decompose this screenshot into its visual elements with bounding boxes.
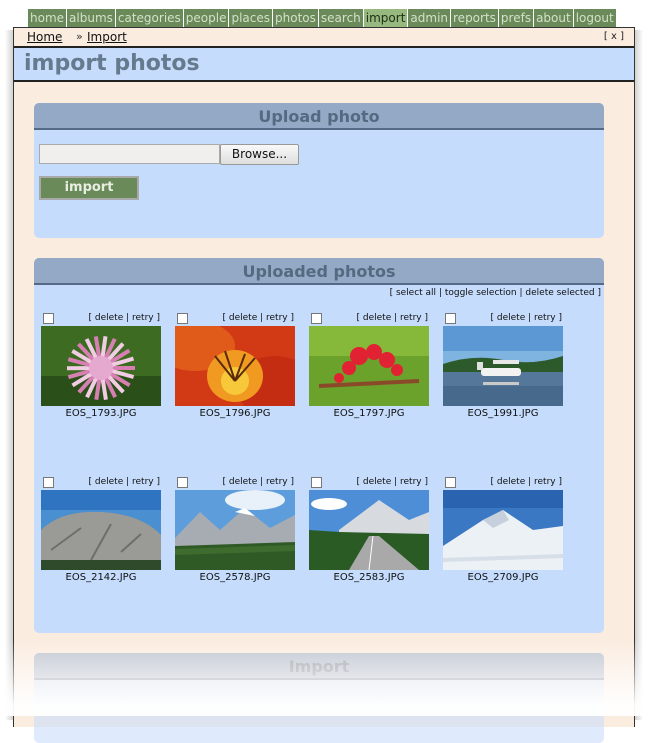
photo-filename: EOS_1797.JPG (333, 408, 405, 419)
photo-thumbnail-card: [ delete | retry ] EOS_2709.JPG (442, 477, 566, 587)
window-shadow-right (635, 30, 643, 720)
photo-retry-link[interactable]: retry (534, 313, 556, 323)
photo-thumbnail-card: [ delete | retry ] EOS_2578.JPG (174, 477, 298, 587)
photo-delete-link[interactable]: delete (229, 477, 257, 487)
photo-select-checkbox[interactable] (445, 477, 456, 488)
uploaded-photos-header: Uploaded photos (34, 258, 604, 285)
import-button[interactable]: import (39, 176, 139, 200)
photo-actions: [ delete | retry ] (222, 313, 294, 323)
window-shadow-left (5, 30, 13, 720)
top-menu: home albums categories people places photos se… (28, 9, 617, 28)
delete-selected-link[interactable]: delete selected (525, 288, 594, 298)
photo-delete-link[interactable]: delete (95, 477, 123, 487)
browse-button[interactable]: Browse... (220, 144, 299, 165)
file-path-input[interactable] (39, 144, 220, 164)
close-button[interactable]: [ x ] (604, 31, 624, 42)
menu-item-about[interactable]: about (534, 9, 573, 27)
upload-photo-header: Upload photo (34, 103, 604, 130)
photo-actions: [ delete | retry ] (356, 313, 428, 323)
menu-item-people[interactable]: people (183, 9, 229, 27)
import-panel: Import (34, 653, 604, 743)
photo-retry-link[interactable]: retry (534, 477, 556, 487)
import-panel-header: Import (34, 653, 604, 680)
photo-thumbnail-image[interactable] (309, 490, 429, 570)
photo-select-checkbox[interactable] (311, 313, 322, 324)
photo-filename: EOS_2578.JPG (199, 572, 271, 583)
photo-thumbnail-card: [ delete | retry ] EOS_2583.JPG (308, 477, 432, 587)
menu-item-admin[interactable]: admin (408, 9, 451, 27)
menu-item-search[interactable]: search (318, 9, 363, 27)
photo-filename: EOS_2142.JPG (65, 572, 137, 583)
photo-thumbnail-image[interactable] (175, 490, 295, 570)
photo-select-checkbox[interactable] (43, 313, 54, 324)
photo-filename: EOS_1793.JPG (65, 408, 137, 419)
menu-item-categories[interactable]: categories (115, 9, 183, 27)
select-all-link[interactable]: select all (396, 288, 436, 298)
photo-retry-link[interactable]: retry (266, 313, 288, 323)
photo-select-checkbox[interactable] (445, 313, 456, 324)
photo-retry-link[interactable]: retry (132, 477, 154, 487)
photo-actions: [ delete | retry ] (88, 477, 160, 487)
photo-select-checkbox[interactable] (177, 313, 188, 324)
menu-item-logout[interactable]: logout (573, 9, 616, 27)
photo-delete-link[interactable]: delete (95, 313, 123, 323)
photo-thumbnail-card: [ delete | retry ] EOS_1793.JPG (40, 313, 164, 423)
photo-retry-link[interactable]: retry (400, 477, 422, 487)
photo-filename: EOS_2709.JPG (467, 572, 539, 583)
breadcrumb: Home » Import [ x ] (14, 28, 634, 48)
photo-delete-link[interactable]: delete (229, 313, 257, 323)
photo-thumbnail-card: [ delete | retry ] EOS_1796.JPG (174, 313, 298, 423)
photo-actions: [ delete | retry ] (88, 313, 160, 323)
photo-actions: [ delete | retry ] (490, 313, 562, 323)
main-window: Home » Import [ x ] import photos Upload… (13, 27, 635, 743)
photo-select-checkbox[interactable] (311, 477, 322, 488)
photo-thumbnail-image[interactable] (443, 490, 563, 570)
photo-thumbnail-image[interactable] (175, 326, 295, 406)
breadcrumb-home-link[interactable]: Home (27, 30, 62, 44)
photo-filename: EOS_2583.JPG (333, 572, 405, 583)
page-title: import photos (24, 51, 200, 76)
photo-thumbnail-card: [ delete | retry ] EOS_2142.JPG (40, 477, 164, 587)
breadcrumb-import-link[interactable]: Import (87, 30, 127, 44)
photo-delete-link[interactable]: delete (363, 477, 391, 487)
menu-item-reports[interactable]: reports (451, 9, 498, 27)
photo-filename: EOS_1796.JPG (199, 408, 271, 419)
breadcrumb-separator: » (76, 30, 83, 43)
photo-select-checkbox[interactable] (43, 477, 54, 488)
photo-retry-link[interactable]: retry (132, 313, 154, 323)
menu-item-photos[interactable]: photos (273, 9, 318, 27)
uploaded-photos-panel: Uploaded photos [ select all | toggle se… (34, 258, 604, 633)
photo-actions: [ delete | retry ] (222, 477, 294, 487)
photo-delete-link[interactable]: delete (497, 477, 525, 487)
menu-item-home[interactable]: home (28, 9, 67, 27)
menu-item-albums[interactable]: albums (67, 9, 115, 27)
photo-retry-link[interactable]: retry (266, 477, 288, 487)
photo-thumbnail-card: [ delete | retry ] EOS_1991.JPG (442, 313, 566, 423)
photo-delete-link[interactable]: delete (363, 313, 391, 323)
photo-select-checkbox[interactable] (177, 477, 188, 488)
photo-thumbnail-image[interactable] (41, 326, 161, 406)
menu-item-prefs[interactable]: prefs (498, 9, 534, 27)
photo-thumbnail-image[interactable] (443, 326, 563, 406)
photo-retry-link[interactable]: retry (400, 313, 422, 323)
photo-thumbnail-card: [ delete | retry ] EOS_1797.JPG (308, 313, 432, 423)
photo-delete-link[interactable]: delete (497, 313, 525, 323)
photo-actions: [ delete | retry ] (490, 477, 562, 487)
photo-thumbnail-image[interactable] (41, 490, 161, 570)
selection-links: [ select all | toggle selection | delete… (389, 288, 601, 298)
photo-thumbnail-image[interactable] (309, 326, 429, 406)
menu-item-places[interactable]: places (229, 9, 273, 27)
upload-photo-panel: Upload photo Browse... import (34, 103, 604, 238)
toggle-selection-link[interactable]: toggle selection (445, 288, 517, 298)
photo-actions: [ delete | retry ] (356, 477, 428, 487)
photo-filename: EOS_1991.JPG (467, 408, 539, 419)
title-bar: import photos (14, 48, 634, 82)
menu-item-import[interactable]: import (363, 9, 408, 27)
